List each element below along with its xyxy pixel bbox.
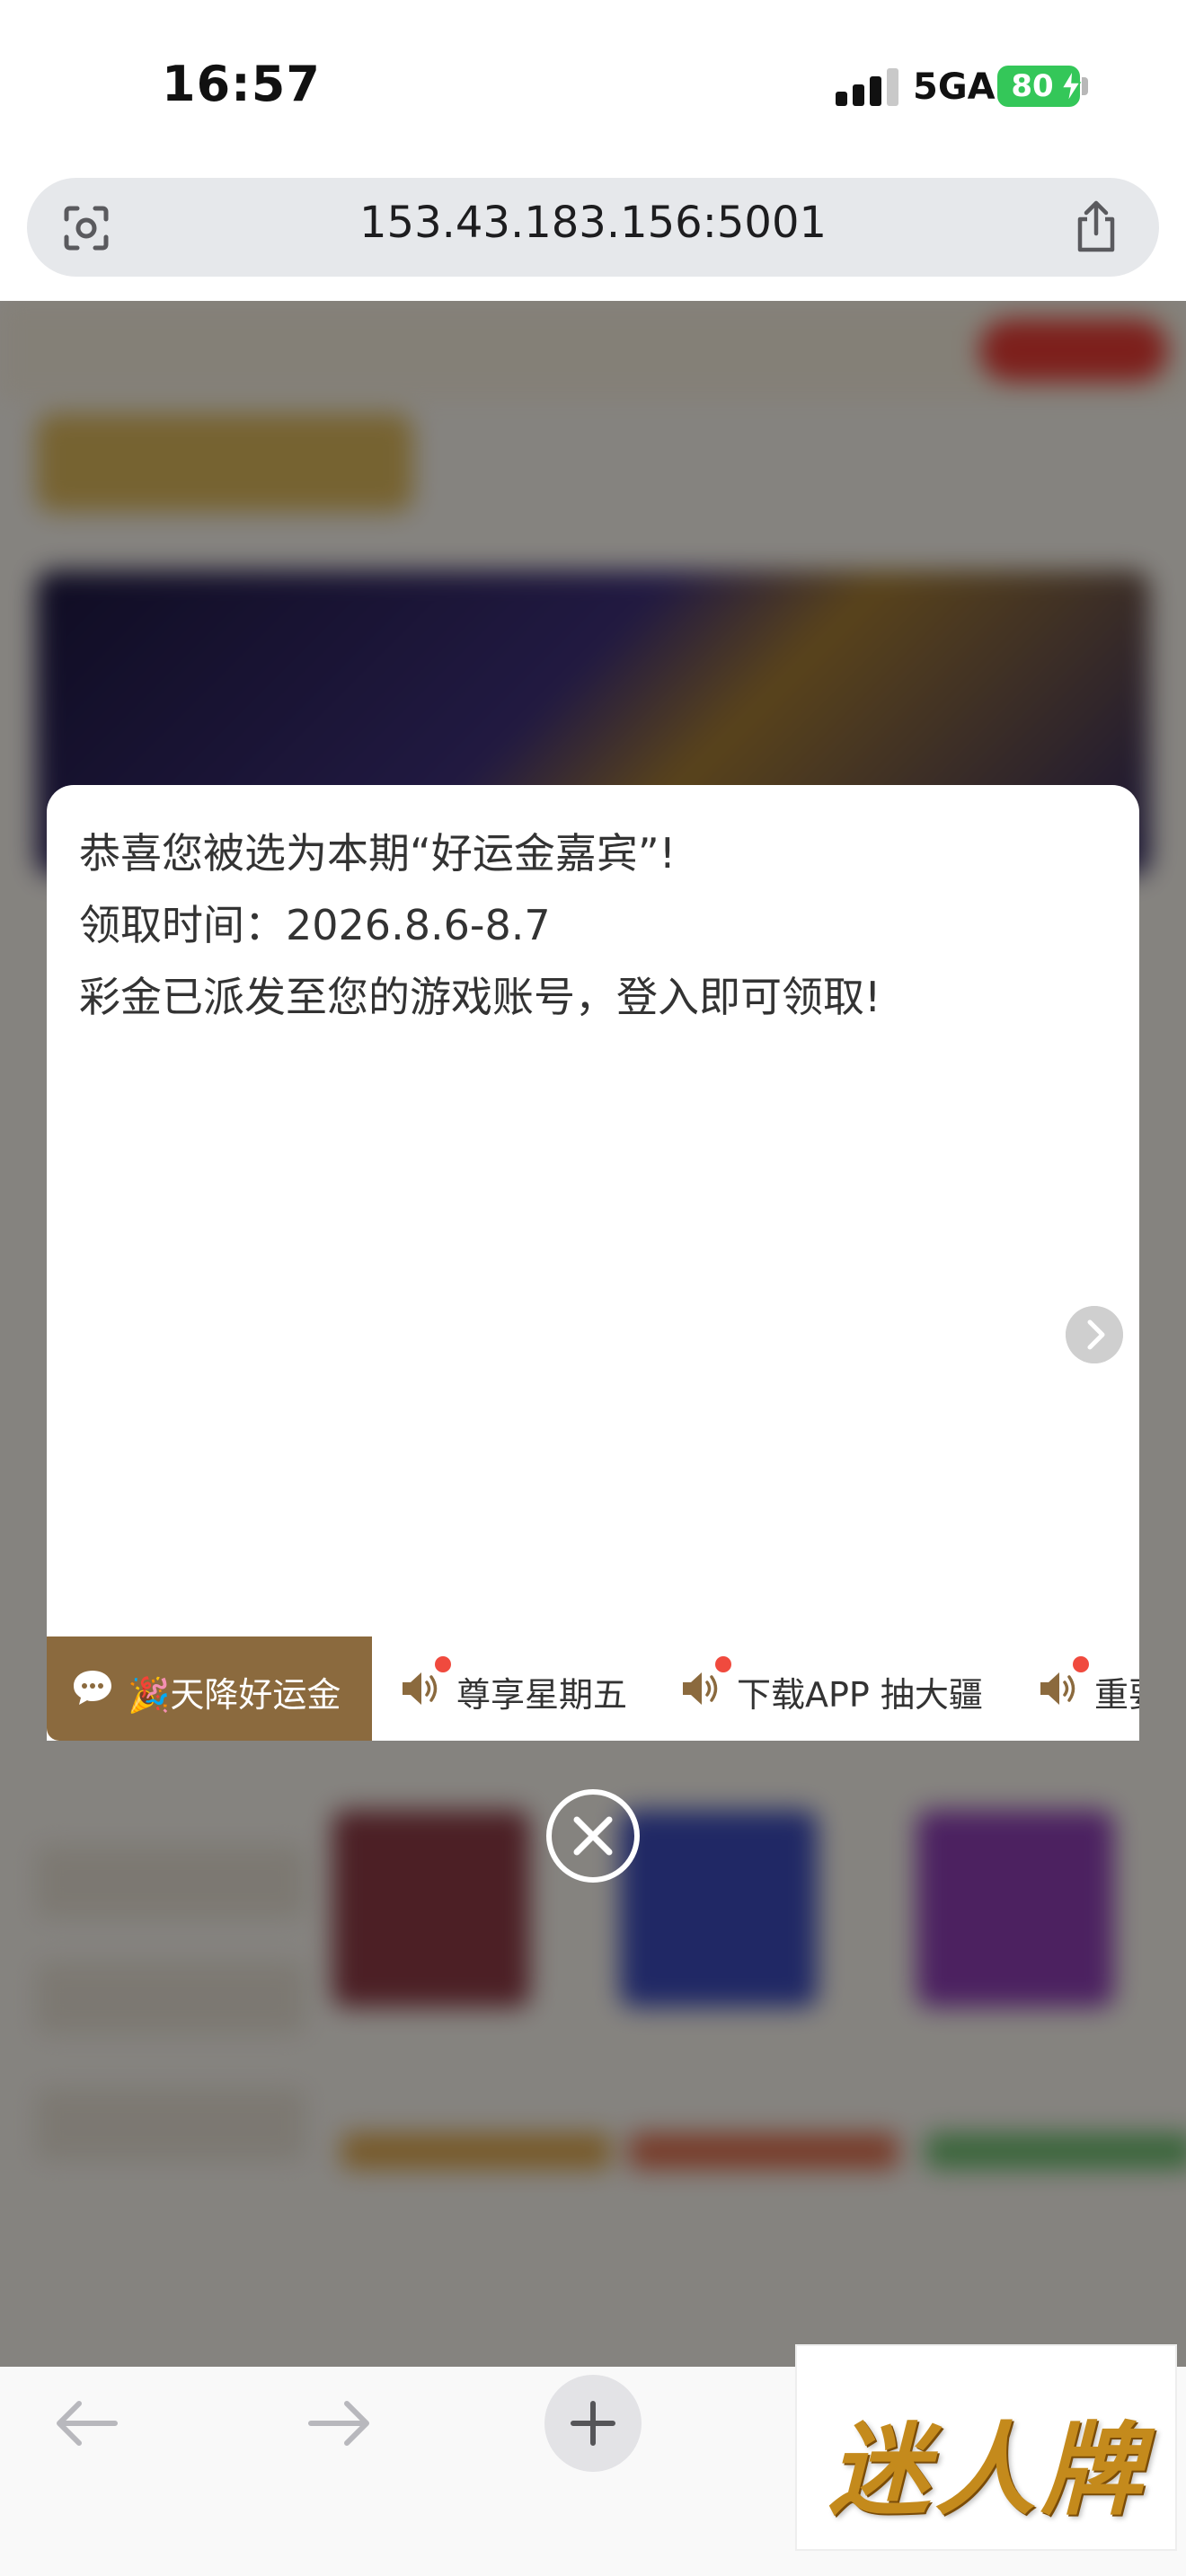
tab-label: 🎉天降好运金 — [128, 1675, 341, 1715]
next-page-arrow-icon[interactable] — [1066, 1306, 1123, 1363]
close-button[interactable] — [546, 1789, 640, 1883]
tab-label: 尊享星期五 — [456, 1675, 628, 1715]
battery-level: 80 — [1011, 68, 1054, 104]
back-arrow-icon[interactable] — [52, 2396, 120, 2450]
battery-cap — [1082, 77, 1088, 95]
plus-icon — [571, 2401, 615, 2446]
address-bar[interactable]: 153.43.183.156:5001 — [27, 178, 1159, 277]
tab-lucky-bonus[interactable]: 🎉天降好运金 — [47, 1636, 372, 1741]
watermark-logo: 迷人牌 — [795, 2344, 1177, 2551]
watermark-logo-text: 迷人牌 — [828, 2413, 1147, 2529]
cellular-signal-icon — [836, 66, 898, 106]
tab-vip-friday[interactable]: 尊享星期五 — [377, 1636, 652, 1741]
tab-important[interactable]: 重要 — [1015, 1636, 1139, 1741]
new-tab-button[interactable] — [544, 2375, 642, 2472]
chat-bubble-icon — [74, 1671, 111, 1705]
speaker-icon — [683, 1672, 718, 1705]
tab-download-app[interactable]: 下载APP 抽大疆 — [658, 1636, 1010, 1741]
tab-label: 下载APP 抽大疆 — [737, 1675, 983, 1715]
charging-bolt-icon — [1060, 70, 1082, 102]
notification-dot — [435, 1656, 451, 1672]
tab-label: 重要 — [1094, 1675, 1139, 1715]
notification-dot — [715, 1656, 731, 1672]
url-text[interactable]: 153.43.183.156:5001 — [27, 198, 1159, 248]
status-bar: 16:57 5GA 80 — [0, 0, 1186, 171]
speaker-icon — [1040, 1672, 1075, 1705]
announcement-text: 恭喜您被选为本期“好运金嘉宾”! 领取时间：2026.8.6-8.7 彩金已派发… — [79, 817, 1103, 1033]
announcement-modal: 恭喜您被选为本期“好运金嘉宾”! 领取时间：2026.8.6-8.7 彩金已派发… — [47, 785, 1139, 1741]
close-icon — [573, 1816, 613, 1856]
speaker-icon — [403, 1672, 438, 1705]
announcement-line-1: 恭喜您被选为本期“好运金嘉宾”! — [79, 829, 677, 878]
forward-arrow-icon[interactable] — [305, 2396, 374, 2450]
announcement-line-2: 领取时间：2026.8.6-8.7 — [79, 901, 551, 949]
share-icon[interactable] — [1069, 198, 1123, 255]
network-type: 5GA — [913, 66, 996, 108]
status-time: 16:57 — [162, 56, 321, 112]
notification-dot — [1073, 1656, 1089, 1672]
announcement-tabs: 🎉天降好运金 尊享星期五 下载APP 抽大疆 重要 — [47, 1636, 1139, 1741]
announcement-line-3: 彩金已派发至您的游戏账号，登入即可领取! — [79, 973, 881, 1021]
